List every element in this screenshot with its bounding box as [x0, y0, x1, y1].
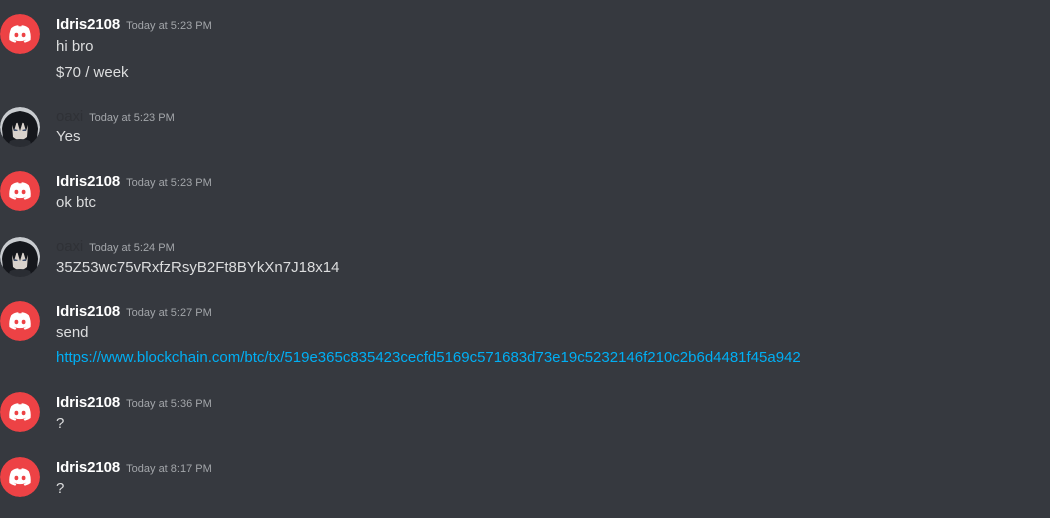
username[interactable]: Idris2108	[56, 16, 120, 33]
timestamp: Today at 5:23 PM	[126, 20, 212, 32]
timestamp: Today at 5:36 PM	[126, 398, 212, 410]
username[interactable]: oaxi	[56, 108, 83, 125]
anime-avatar[interactable]	[0, 107, 40, 147]
message-header: Idris2108 Today at 5:23 PM	[56, 14, 212, 36]
message-header: Idris2108 Today at 5:23 PM	[56, 171, 212, 193]
username[interactable]: Idris2108	[56, 303, 120, 320]
username[interactable]: oaxi	[56, 238, 83, 255]
timestamp: Today at 5:23 PM	[126, 177, 212, 189]
discord-logo-icon[interactable]	[0, 171, 40, 211]
message-text: send	[56, 324, 89, 341]
message-header: Idris2108 Today at 5:27 PM	[56, 301, 212, 323]
username[interactable]: Idris2108	[56, 459, 120, 476]
message-header: Idris2108 Today at 5:36 PM	[56, 392, 212, 414]
discord-logo-icon[interactable]	[0, 14, 40, 54]
message-header: Idris2108 Today at 8:17 PM	[56, 457, 212, 479]
message-header: oaxi Today at 5:23 PM	[56, 106, 175, 128]
discord-logo-icon[interactable]	[0, 392, 40, 432]
discord-logo-icon[interactable]	[0, 457, 40, 497]
timestamp: Today at 8:17 PM	[126, 463, 212, 475]
message-text: Yes	[56, 128, 81, 145]
username[interactable]: Idris2108	[56, 173, 120, 190]
anime-avatar[interactable]	[0, 237, 40, 277]
timestamp: Today at 5:23 PM	[89, 112, 175, 124]
message-link: https://www.blockchain.com/btc/tx/519e36…	[56, 347, 801, 369]
message-text: ok btc	[56, 194, 97, 211]
message-header: oaxi Today at 5:24 PM	[56, 236, 175, 258]
message-text: $70 / week	[56, 64, 129, 81]
message-text: ?	[56, 480, 65, 497]
message-text: hi bro	[56, 38, 94, 55]
timestamp: Today at 5:27 PM	[126, 307, 212, 319]
message-text: 35Z53wc75vRxfzRsyB2Ft8BYkXn7J18x14	[56, 259, 340, 276]
timestamp: Today at 5:24 PM	[89, 242, 175, 254]
message-text: ?	[56, 415, 65, 432]
discord-logo-icon[interactable]	[0, 301, 40, 341]
blockchain-link[interactable]: https://www.blockchain.com/btc/tx/519e36…	[56, 349, 801, 366]
username[interactable]: Idris2108	[56, 394, 120, 411]
